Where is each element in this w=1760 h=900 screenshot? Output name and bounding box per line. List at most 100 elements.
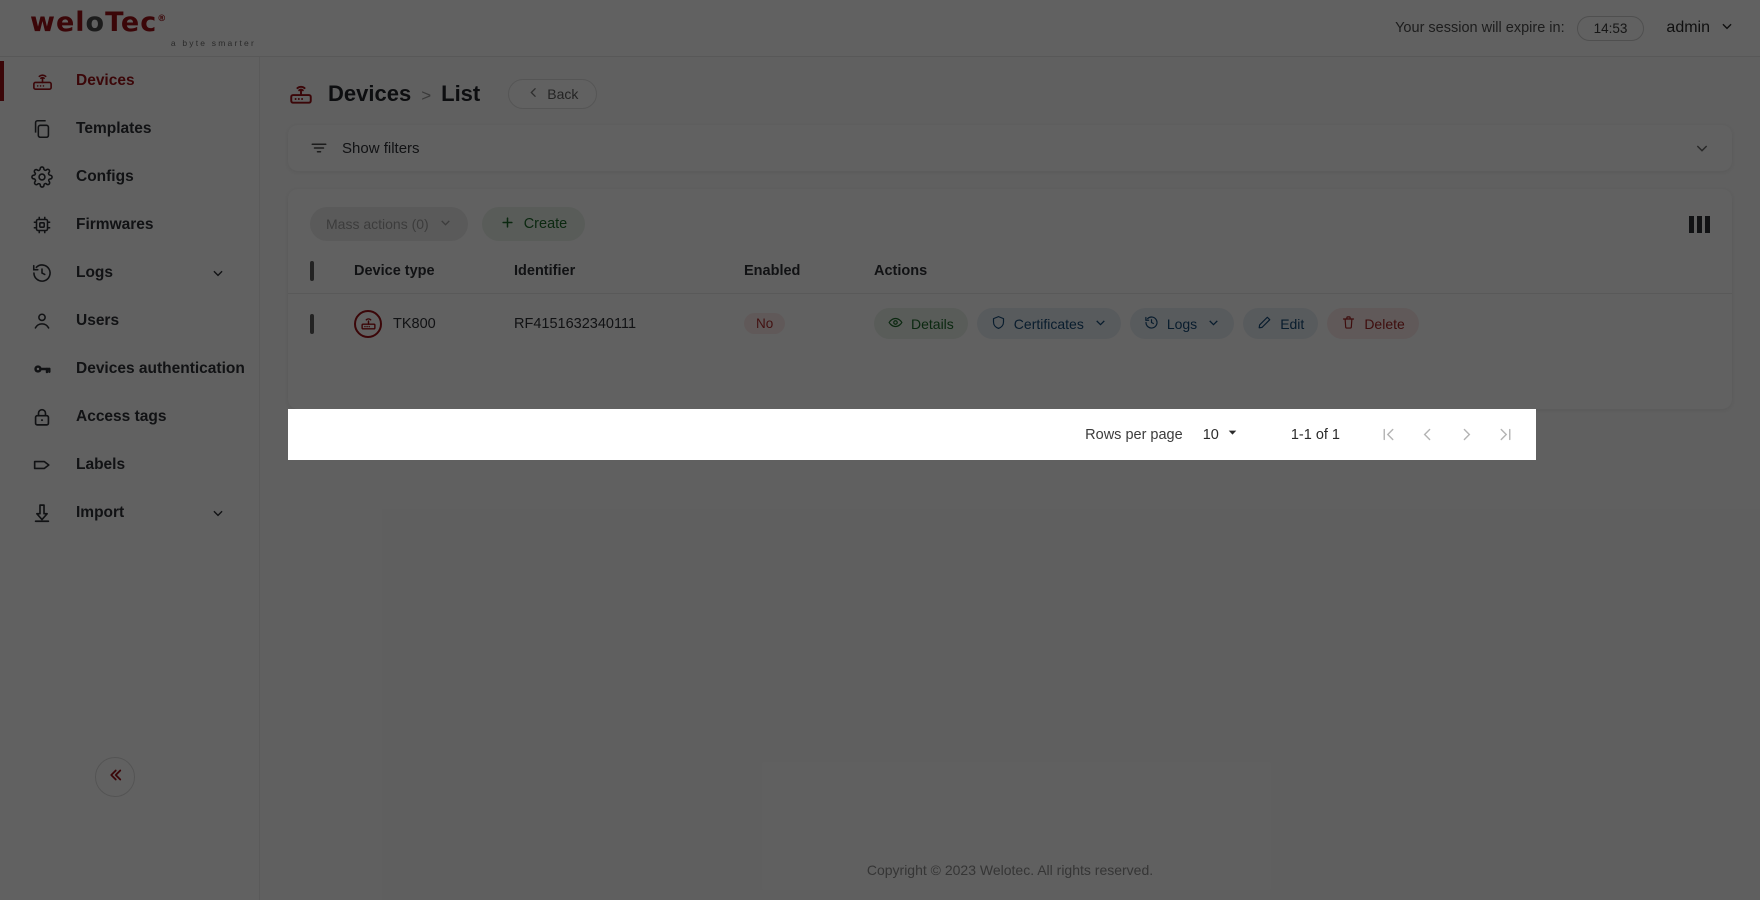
row-checkbox[interactable] <box>310 313 314 334</box>
rows-per-page-value: 10 <box>1202 426 1219 443</box>
sidebar-label: Labels <box>76 456 126 473</box>
column-device-type: Device type <box>354 251 514 294</box>
cell-identifier: RF4151632340111 <box>514 315 637 332</box>
rows-per-page-label: Rows per page <box>1085 426 1183 443</box>
chevron-down-icon <box>1226 426 1239 443</box>
chip-icon <box>30 213 54 237</box>
breadcrumb-root[interactable]: Devices <box>328 81 411 107</box>
last-page-icon[interactable] <box>1497 426 1514 443</box>
sidebar-label: Import <box>76 504 125 521</box>
logo-tagline: a byte smarter <box>170 37 256 48</box>
history-icon <box>1144 315 1159 333</box>
breadcrumb: Devices > List <box>328 81 480 107</box>
sidebar-item-firmwares[interactable]: Firmwares <box>0 201 259 249</box>
router-icon <box>30 69 54 93</box>
sidebar-item-configs[interactable]: Configs <box>0 153 259 201</box>
sidebar-item-import[interactable]: Import <box>0 489 259 537</box>
mass-actions-label: Mass actions (0) <box>326 216 429 232</box>
details-button-label: Details <box>911 315 954 332</box>
chevron-down-icon[interactable] <box>211 506 225 520</box>
sidebar-label: Devices <box>76 72 135 89</box>
logo-part-1: wel <box>30 6 86 38</box>
certificates-button-label: Certificates <box>1013 315 1084 332</box>
table-row: TK800 RF4151632340111 No Details Certifi… <box>288 294 1732 354</box>
sidebar-item-logs[interactable]: Logs <box>0 249 259 297</box>
plus-icon <box>500 215 515 234</box>
history-icon <box>30 261 54 285</box>
next-page-icon[interactable] <box>1458 426 1475 443</box>
chevron-down-icon <box>1720 19 1734 38</box>
logo-part-3: Tec <box>105 6 158 38</box>
header-right-group: Your session will expire in: 14:53 admin <box>1395 15 1760 41</box>
column-identifier: Identifier <box>514 251 744 294</box>
mass-actions-button[interactable]: Mass actions (0) <box>310 207 468 241</box>
rows-per-page-select[interactable]: 10 <box>1203 426 1239 443</box>
sidebar-label: Users <box>76 312 120 329</box>
chevron-left-icon <box>527 86 540 102</box>
edit-button[interactable]: Edit <box>1243 308 1319 339</box>
delete-button-label: Delete <box>1364 315 1405 332</box>
create-button[interactable]: Create <box>481 207 586 241</box>
back-button[interactable]: Back <box>508 79 598 109</box>
devices-table-card: Mass actions (0) Create Device type Iden… <box>288 189 1732 409</box>
sidebar-label: Logs <box>76 264 114 281</box>
sidebar-label: Firmwares <box>76 216 154 233</box>
status-badge: No <box>744 313 786 334</box>
select-all-header <box>288 251 354 294</box>
pagination-bar: Rows per page 10 1-1 of 1 <box>288 409 1536 460</box>
table-head: Device type Identifier Enabled Actions <box>288 251 1732 294</box>
sidebar-item-users[interactable]: Users <box>0 297 259 345</box>
sidebar-item-access-tags[interactable]: Access tags <box>0 393 259 441</box>
filter-icon <box>310 139 328 157</box>
user-icon <box>30 309 54 333</box>
trash-icon <box>1341 315 1356 333</box>
sidebar-label: Devices authentication <box>76 360 245 377</box>
cell-actions: Details Certificates Logs Edit Delete <box>874 294 1732 354</box>
download-icon <box>30 501 54 525</box>
sidebar-item-templates[interactable]: Templates <box>0 105 259 153</box>
create-button-label: Create <box>523 216 568 232</box>
session-label: Your session will expire in: <box>1395 20 1565 36</box>
router-icon <box>354 309 382 338</box>
sidebar-label: Configs <box>76 168 134 185</box>
top-header: weloTec® a byte smarter Your session wil… <box>0 0 1760 57</box>
eye-icon <box>888 315 903 333</box>
first-page-icon[interactable] <box>1380 426 1397 443</box>
select-all-checkbox[interactable] <box>310 261 314 281</box>
row-select-cell <box>288 294 354 354</box>
delete-button[interactable]: Delete <box>1327 308 1419 339</box>
pencil-icon <box>1257 315 1272 333</box>
certificates-button[interactable]: Certificates <box>976 308 1121 339</box>
pagination-nav <box>1380 426 1514 443</box>
table-body: TK800 RF4151632340111 No Details Certifi… <box>288 294 1732 354</box>
sidebar: Devices Templates Configs Firmwares Logs… <box>0 57 260 900</box>
column-actions: Actions <box>874 251 1732 294</box>
filters-card: Show filters <box>288 125 1732 171</box>
details-button[interactable]: Details <box>874 308 968 339</box>
sidebar-item-devices[interactable]: Devices <box>0 57 259 105</box>
table-header-row: Device type Identifier Enabled Actions <box>288 251 1732 294</box>
user-name-label: admin <box>1666 19 1710 36</box>
welotec-logo[interactable]: weloTec® a byte smarter <box>0 9 260 48</box>
breadcrumb-current: List <box>441 81 481 106</box>
edit-button-label: Edit <box>1280 315 1305 332</box>
breadcrumb-separator: > <box>421 86 432 105</box>
sidebar-item-devices-authentication[interactable]: Devices authentication <box>0 345 259 393</box>
show-filters-toggle[interactable]: Show filters <box>288 125 1732 171</box>
user-menu[interactable]: admin <box>1666 19 1734 38</box>
columns-icon[interactable] <box>1689 215 1710 233</box>
chevron-down-icon <box>1207 316 1220 332</box>
logs-button[interactable]: Logs <box>1129 308 1235 339</box>
sidebar-item-labels[interactable]: Labels <box>0 441 259 489</box>
sidebar-label: Access tags <box>76 408 167 425</box>
chevron-down-icon <box>439 216 452 232</box>
prev-page-icon[interactable] <box>1419 426 1436 443</box>
router-icon <box>288 81 314 107</box>
session-timer: Your session will expire in: 14:53 <box>1395 15 1645 41</box>
sidebar-collapse-button[interactable] <box>95 757 135 797</box>
cell-enabled: No <box>744 294 874 354</box>
session-countdown: 14:53 <box>1576 15 1645 41</box>
chevron-double-left-icon <box>106 766 124 789</box>
row-actions: Details Certificates Logs Edit Delete <box>874 308 1732 339</box>
chevron-down-icon[interactable] <box>211 266 225 280</box>
